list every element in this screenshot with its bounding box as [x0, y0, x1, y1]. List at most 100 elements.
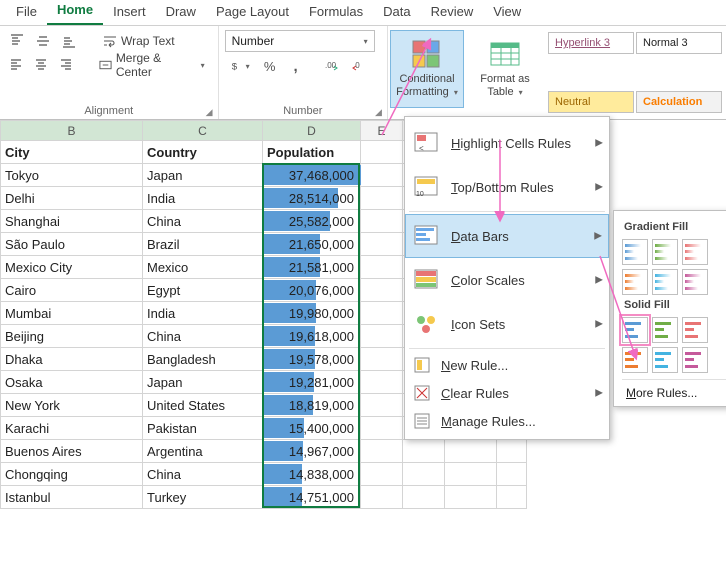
solid-swatch-0[interactable] — [622, 317, 648, 343]
col-D[interactable]: D — [263, 121, 361, 141]
cell-population[interactable]: 15,400,000 — [263, 417, 361, 440]
cf-clear-rules[interactable]: Clear Rules ▶ — [405, 379, 609, 407]
tab-review[interactable]: Review — [421, 0, 484, 25]
tab-formulas[interactable]: Formulas — [299, 0, 373, 25]
number-format-dropdown[interactable]: Number ▾ — [225, 30, 375, 52]
solid-swatch-4[interactable] — [652, 347, 678, 373]
decrease-decimal-button[interactable]: .0 — [347, 56, 369, 76]
conditional-formatting-button[interactable]: Conditional Formatting ▾ — [390, 30, 464, 108]
cell-country[interactable]: Bangladesh — [143, 348, 263, 371]
cell-population[interactable]: 19,578,000 — [263, 348, 361, 371]
cell-country[interactable]: Japan — [143, 164, 263, 187]
style-neutral[interactable]: Neutral — [548, 91, 634, 113]
cell-country[interactable]: India — [143, 187, 263, 210]
alignment-dialog-launcher[interactable]: ◢ — [206, 107, 216, 117]
cf-color-scales[interactable]: Color Scales ▶ — [405, 258, 609, 302]
cell-population[interactable]: 20,076,000 — [263, 279, 361, 302]
gradient-swatch-1[interactable] — [652, 239, 678, 265]
cell-country[interactable]: Argentina — [143, 440, 263, 463]
style-hyperlink[interactable]: Hyperlink 3 — [548, 32, 634, 54]
cell-city[interactable]: Mexico City — [1, 256, 143, 279]
cell-population[interactable]: 21,581,000 — [263, 256, 361, 279]
cf-topbottom-rules[interactable]: 10 Top/Bottom Rules ▶ — [405, 165, 609, 209]
align-right-button[interactable] — [56, 55, 77, 75]
tab-pagelayout[interactable]: Page Layout — [206, 0, 299, 25]
databars-more-rules[interactable]: More Rules... — [622, 379, 726, 402]
gradient-swatch-4[interactable] — [652, 269, 678, 295]
cell-city[interactable]: Beijing — [1, 325, 143, 348]
col-B[interactable]: B — [1, 121, 143, 141]
align-bottom-button[interactable] — [58, 31, 80, 51]
comma-button[interactable]: , — [285, 56, 307, 76]
cell-country[interactable]: India — [143, 302, 263, 325]
solid-swatch-5[interactable] — [682, 347, 708, 373]
cell-country[interactable]: Japan — [143, 371, 263, 394]
tab-file[interactable]: File — [6, 0, 47, 25]
gradient-swatch-0[interactable] — [622, 239, 648, 265]
solid-swatch-1[interactable] — [652, 317, 678, 343]
cell-population[interactable]: 18,819,000 — [263, 394, 361, 417]
cf-highlight-rules[interactable]: < Highlight Cells Rules ▶ — [405, 121, 609, 165]
cell-population[interactable]: 19,618,000 — [263, 325, 361, 348]
cell-city[interactable]: Tokyo — [1, 164, 143, 187]
cell-city[interactable]: Delhi — [1, 187, 143, 210]
cell-population[interactable]: 14,967,000 — [263, 440, 361, 463]
cell-country[interactable]: Egypt — [143, 279, 263, 302]
solid-swatch-2[interactable] — [682, 317, 708, 343]
table-row[interactable]: IstanbulTurkey14,751,000 — [1, 486, 527, 509]
gradient-swatch-5[interactable] — [682, 269, 708, 295]
cf-icon-sets[interactable]: Icon Sets ▶ — [405, 302, 609, 346]
style-calculation[interactable]: Calculation — [636, 91, 722, 113]
solid-swatch-3[interactable] — [622, 347, 648, 373]
number-dialog-launcher[interactable]: ◢ — [375, 107, 385, 117]
cell-country[interactable]: United States — [143, 394, 263, 417]
cell-country[interactable]: Mexico — [143, 256, 263, 279]
cell-city[interactable]: Istanbul — [1, 486, 143, 509]
cell-population[interactable]: 25,582,000 — [263, 210, 361, 233]
cell-population[interactable]: 28,514,000 — [263, 187, 361, 210]
cell-population[interactable]: 14,838,000 — [263, 463, 361, 486]
cell-population[interactable]: 21,650,000 — [263, 233, 361, 256]
tab-data[interactable]: Data — [373, 0, 420, 25]
cell-country[interactable]: Pakistan — [143, 417, 263, 440]
cell-country[interactable]: China — [143, 325, 263, 348]
cf-manage-rules[interactable]: Manage Rules... — [405, 407, 609, 435]
tab-home[interactable]: Home — [47, 0, 103, 25]
cell-population[interactable]: 19,281,000 — [263, 371, 361, 394]
col-C[interactable]: C — [143, 121, 263, 141]
gradient-swatch-3[interactable] — [622, 269, 648, 295]
cell-city[interactable]: Mumbai — [1, 302, 143, 325]
col-E[interactable]: E — [361, 121, 403, 141]
style-normal[interactable]: Normal 3 — [636, 32, 722, 54]
cell-country[interactable]: Turkey — [143, 486, 263, 509]
tab-insert[interactable]: Insert — [103, 0, 156, 25]
tab-view[interactable]: View — [483, 0, 531, 25]
cell-city[interactable]: Karachi — [1, 417, 143, 440]
cell-population[interactable]: 19,980,000 — [263, 302, 361, 325]
cell-country[interactable]: Brazil — [143, 233, 263, 256]
cell-city[interactable]: São Paulo — [1, 233, 143, 256]
cell-population[interactable]: 14,751,000 — [263, 486, 361, 509]
cf-data-bars[interactable]: Data Bars ▶ — [405, 214, 609, 258]
cell-city[interactable]: Osaka — [1, 371, 143, 394]
accounting-format-button[interactable]: $▾ — [225, 56, 255, 76]
cell-country[interactable]: China — [143, 463, 263, 486]
align-middle-button[interactable] — [32, 31, 54, 51]
tab-draw[interactable]: Draw — [156, 0, 206, 25]
align-top-button[interactable] — [6, 31, 28, 51]
wrap-text-button[interactable]: Wrap Text — [96, 30, 182, 52]
cell-country[interactable]: China — [143, 210, 263, 233]
cell-city[interactable]: New York — [1, 394, 143, 417]
align-center-button[interactable] — [31, 55, 52, 75]
cell-city[interactable]: Dhaka — [1, 348, 143, 371]
table-row[interactable]: Buenos AiresArgentina14,967,000 — [1, 440, 527, 463]
percent-button[interactable]: % — [259, 56, 281, 76]
cell-city[interactable]: Chongqing — [1, 463, 143, 486]
cf-new-rule[interactable]: New Rule... — [405, 351, 609, 379]
gradient-swatch-2[interactable] — [682, 239, 708, 265]
format-as-table-button[interactable]: Format as Table ▾ — [468, 30, 542, 108]
merge-center-button[interactable]: Merge & Center ▾ — [92, 54, 212, 76]
cell-population[interactable]: 37,468,000 — [263, 164, 361, 187]
table-row[interactable]: ChongqingChina14,838,000 — [1, 463, 527, 486]
align-left-button[interactable] — [6, 55, 27, 75]
